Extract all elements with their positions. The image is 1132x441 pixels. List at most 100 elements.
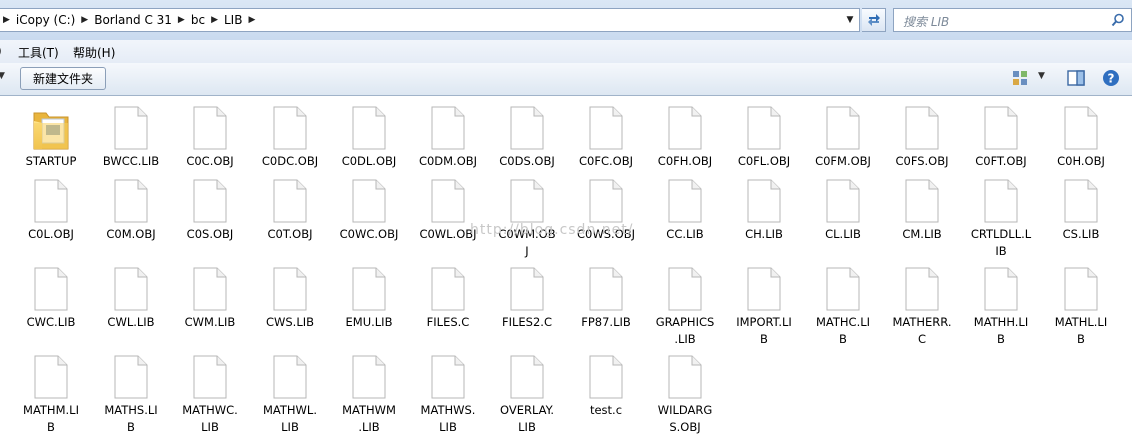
file-item[interactable]: C0WM.OB J — [489, 178, 565, 260]
file-item[interactable]: C0DM.OBJ — [410, 105, 486, 170]
file-item[interactable]: C0M.OBJ — [93, 178, 169, 243]
file-item[interactable]: C0DL.OBJ — [331, 105, 407, 170]
document-icon — [352, 106, 386, 150]
document-icon — [431, 106, 465, 150]
file-name: MATHERR. C — [892, 315, 952, 346]
document-icon — [984, 179, 1018, 223]
file-item[interactable]: CRTLDLL.L IB — [963, 178, 1039, 260]
file-item[interactable]: MATHWL. LIB — [252, 354, 328, 436]
file-name: MATHWS. LIB — [420, 403, 476, 434]
file-item[interactable]: MATHM.LI B — [13, 354, 89, 436]
file-item[interactable]: CWC.LIB — [13, 266, 89, 331]
file-item[interactable]: C0FC.OBJ — [568, 105, 644, 170]
file-item[interactable]: MATHC.LI B — [805, 266, 881, 348]
file-item[interactable]: WILDARG S.OBJ — [647, 354, 723, 436]
file-item[interactable]: FILES2.C — [489, 266, 565, 331]
document-icon — [747, 106, 781, 150]
file-item[interactable]: CWM.LIB — [172, 266, 248, 331]
address-bar-row: ▶ iCopy (C:) ▶ Borland C 31 ▶ bc ▶ LIB ▶… — [0, 0, 1132, 40]
file-item[interactable]: C0WC.OBJ — [331, 178, 407, 243]
file-name: C0FT.OBJ — [975, 154, 1027, 168]
file-name: C0M.OBJ — [106, 227, 156, 241]
svg-text:?: ? — [1108, 72, 1115, 86]
chevron-right-icon[interactable]: ▶ — [248, 15, 255, 25]
file-item[interactable]: MATHWC. LIB — [172, 354, 248, 436]
file-name: IMPORT.LI B — [736, 315, 792, 346]
file-item[interactable]: C0DC.OBJ — [252, 105, 328, 170]
document-icon — [352, 355, 386, 399]
file-name: CWL.LIB — [107, 315, 155, 329]
file-item[interactable]: C0C.OBJ — [172, 105, 248, 170]
file-item[interactable]: CS.LIB — [1043, 178, 1119, 243]
menu-tools[interactable]: 工具(T) — [18, 44, 59, 61]
file-item[interactable]: MATHL.LI B — [1043, 266, 1119, 348]
chevron-right-icon[interactable]: ▶ — [3, 15, 10, 25]
file-item[interactable]: EMU.LIB — [331, 266, 407, 331]
chevron-right-icon[interactable]: ▶ — [211, 15, 218, 25]
file-item[interactable]: CC.LIB — [647, 178, 723, 243]
file-item[interactable]: MATHS.LI B — [93, 354, 169, 436]
file-item[interactable]: CH.LIB — [726, 178, 802, 243]
file-item[interactable]: MATHWM .LIB — [331, 354, 407, 436]
file-item[interactable]: C0T.OBJ — [252, 178, 328, 243]
address-bar[interactable]: ▶ iCopy (C:) ▶ Borland C 31 ▶ bc ▶ LIB ▶… — [0, 8, 860, 32]
file-item[interactable]: GRAPHICS .LIB — [647, 266, 723, 348]
document-icon — [589, 106, 623, 150]
file-item[interactable]: CL.LIB — [805, 178, 881, 243]
view-dropdown-icon[interactable]: ▼ — [1038, 71, 1045, 81]
new-folder-button[interactable]: 新建文件夹 — [20, 67, 106, 90]
document-icon — [431, 267, 465, 311]
search-box[interactable]: 搜索 LIB — [893, 8, 1132, 32]
file-item[interactable]: C0FS.OBJ — [884, 105, 960, 170]
document-icon — [668, 267, 702, 311]
file-item[interactable]: MATHERR. C — [884, 266, 960, 348]
search-icon[interactable] — [1111, 13, 1125, 27]
menu-help[interactable]: 帮助(H) — [73, 44, 115, 61]
file-name: C0FM.OBJ — [815, 154, 871, 168]
preview-pane-icon[interactable] — [1067, 70, 1085, 86]
refresh-button[interactable] — [862, 8, 886, 32]
file-name: C0H.OBJ — [1057, 154, 1105, 168]
document-icon — [273, 267, 307, 311]
document-icon — [431, 179, 465, 223]
file-item[interactable]: C0L.OBJ — [13, 178, 89, 243]
file-item[interactable]: MATHWS. LIB — [410, 354, 486, 436]
breadcrumb-drive[interactable]: iCopy (C:) — [10, 13, 81, 27]
chevron-down-icon[interactable]: ▼ — [0, 71, 5, 81]
file-item[interactable]: OVERLAY. LIB — [489, 354, 565, 436]
breadcrumb-borland[interactable]: Borland C 31 — [88, 13, 178, 27]
breadcrumb: ▶ iCopy (C:) ▶ Borland C 31 ▶ bc ▶ LIB ▶ — [3, 9, 255, 31]
file-item[interactable]: CWS.LIB — [252, 266, 328, 331]
file-item[interactable]: CM.LIB — [884, 178, 960, 243]
document-icon — [1064, 179, 1098, 223]
breadcrumb-bc[interactable]: bc — [185, 13, 211, 27]
file-item[interactable]: C0DS.OBJ — [489, 105, 565, 170]
breadcrumb-lib[interactable]: LIB — [218, 13, 248, 27]
chevron-right-icon[interactable]: ▶ — [178, 15, 185, 25]
file-item[interactable]: BWCC.LIB — [93, 105, 169, 170]
file-item[interactable]: FILES.C — [410, 266, 486, 331]
address-dropdown-icon[interactable]: ▼ — [843, 12, 857, 28]
file-name: C0DM.OBJ — [418, 154, 478, 168]
file-item[interactable]: C0H.OBJ — [1043, 105, 1119, 170]
document-icon — [193, 106, 227, 150]
file-item[interactable]: C0FT.OBJ — [963, 105, 1039, 170]
file-item[interactable]: C0FH.OBJ — [647, 105, 723, 170]
help-icon[interactable]: ? — [1102, 69, 1120, 87]
refresh-icon — [867, 14, 880, 26]
document-icon — [273, 179, 307, 223]
document-icon — [1064, 267, 1098, 311]
chevron-right-icon[interactable]: ▶ — [81, 15, 88, 25]
file-item[interactable]: C0S.OBJ — [172, 178, 248, 243]
file-item[interactable]: IMPORT.LI B — [726, 266, 802, 348]
file-item[interactable]: CWL.LIB — [93, 266, 169, 331]
folder-item[interactable]: STARTUP — [13, 105, 89, 170]
view-options-icon[interactable] — [1012, 70, 1030, 86]
file-name: CWM.LIB — [184, 315, 236, 329]
file-item[interactable]: MATHH.LI B — [963, 266, 1039, 348]
file-item[interactable]: FP87.LIB — [568, 266, 644, 331]
file-item[interactable]: test.c — [568, 354, 644, 419]
file-item[interactable]: C0FM.OBJ — [805, 105, 881, 170]
search-placeholder[interactable]: 搜索 LIB — [903, 13, 949, 30]
file-item[interactable]: C0FL.OBJ — [726, 105, 802, 170]
